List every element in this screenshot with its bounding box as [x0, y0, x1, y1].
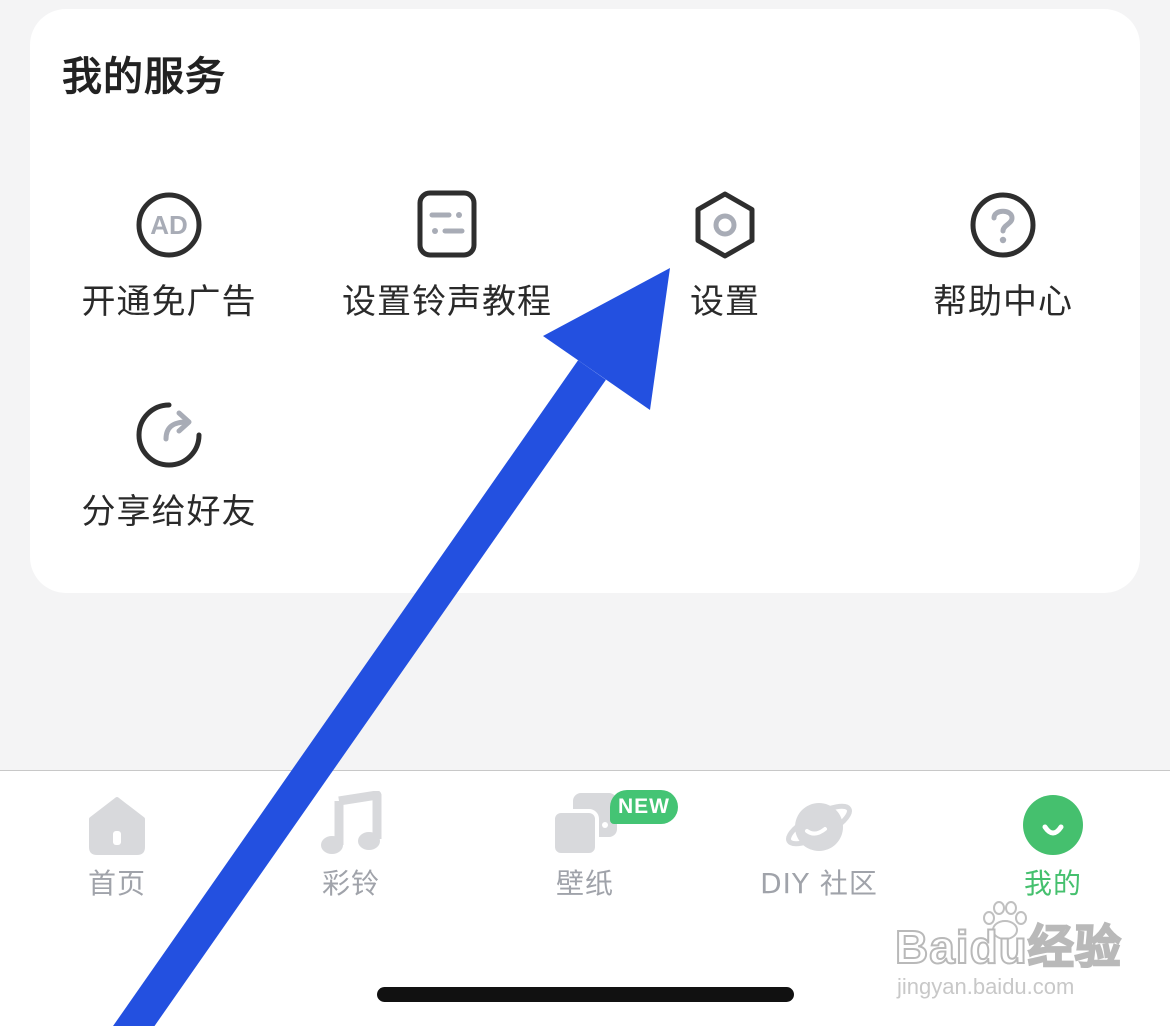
- tab-label: 我的: [1023, 867, 1082, 900]
- tab-ringtone[interactable]: 彩铃: [234, 791, 468, 911]
- ad-icon: AD: [133, 189, 205, 261]
- tab-label: 壁纸: [555, 867, 614, 900]
- services-card: 我的服务 AD 开通免广告 设置铃声教程 设置 帮助中心 分享给好友: [30, 9, 1140, 593]
- tab-mine[interactable]: 我的: [936, 791, 1170, 911]
- service-item-remove-ads[interactable]: AD 开通免广告: [30, 189, 308, 359]
- bottom-tab-bar: 首页 彩铃 壁纸 DIY 社区 我的 NEW: [0, 770, 1170, 1027]
- planet-icon: [785, 791, 853, 859]
- home-indicator: [377, 987, 794, 1002]
- share-arrow-icon: [133, 399, 205, 471]
- tab-home[interactable]: 首页: [0, 791, 234, 911]
- service-label: 帮助中心: [933, 282, 1073, 322]
- tab-diy-community[interactable]: DIY 社区: [702, 791, 936, 911]
- service-item-settings[interactable]: 设置: [586, 189, 864, 359]
- settings-hexagon-icon: [689, 189, 761, 261]
- service-label: 分享给好友: [81, 492, 257, 532]
- service-item-share[interactable]: 分享给好友: [30, 399, 308, 569]
- music-note-icon: [317, 791, 385, 859]
- home-icon: [83, 791, 151, 859]
- svg-text:AD: AD: [150, 210, 188, 240]
- services-title: 我的服务: [62, 54, 226, 100]
- tab-label: 首页: [87, 867, 146, 900]
- new-badge: NEW: [610, 790, 678, 824]
- tab-label: 彩铃: [321, 867, 380, 900]
- wallpaper-icon: [551, 791, 619, 859]
- service-item-ringtone-tutorial[interactable]: 设置铃声教程: [308, 189, 586, 359]
- service-label: 设置: [690, 282, 760, 322]
- service-item-help-center[interactable]: 帮助中心: [864, 189, 1142, 359]
- service-label: 设置铃声教程: [342, 282, 552, 322]
- service-label: 开通免广告: [81, 282, 257, 322]
- tab-label: DIY 社区: [760, 867, 878, 900]
- help-question-icon: [967, 189, 1039, 261]
- profile-smile-icon: [1019, 791, 1087, 859]
- tutorial-doc-icon: [411, 189, 483, 261]
